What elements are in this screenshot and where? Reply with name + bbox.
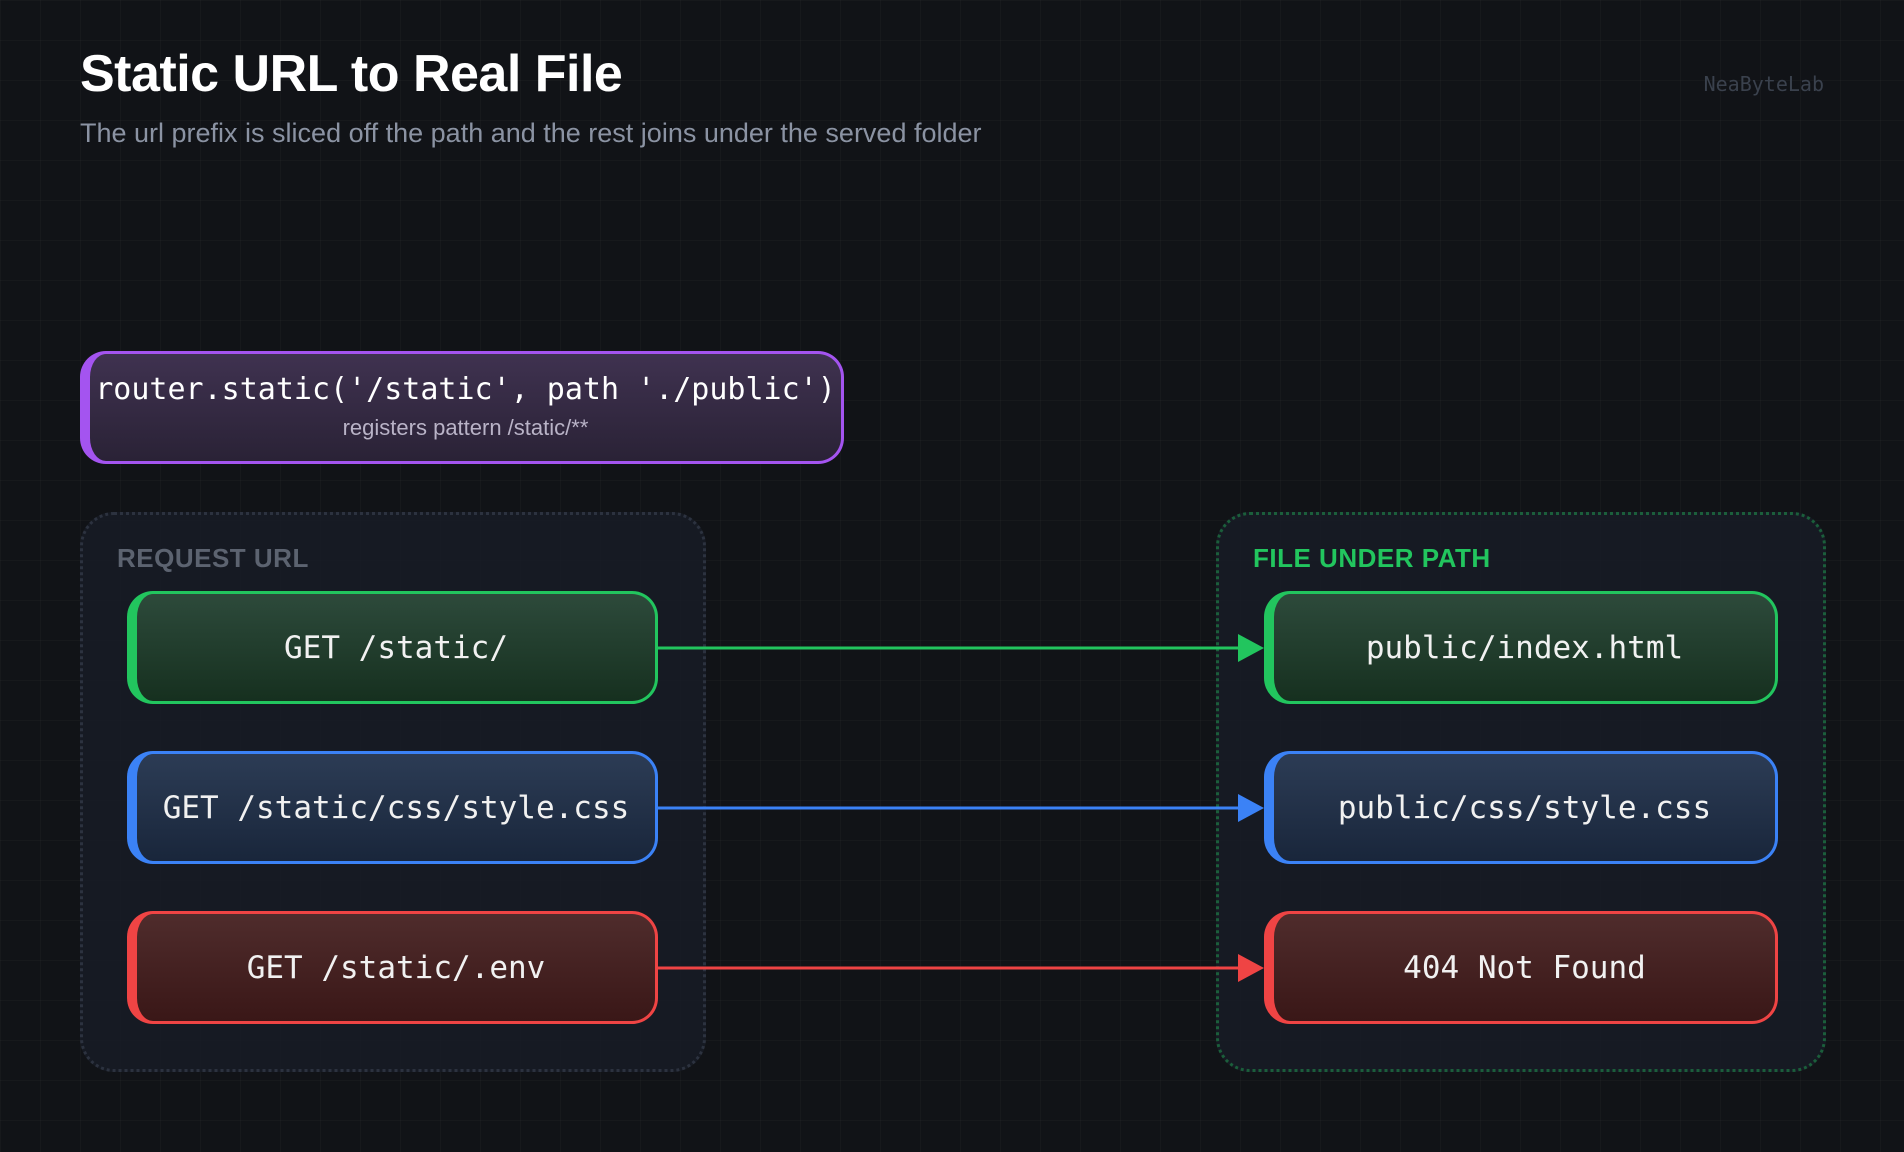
router-code: router.static('/static', path './public'… <box>95 372 836 407</box>
file-under-path-label: FILE UNDER PATH <box>1253 543 1491 573</box>
file-node-css: public/css/style.css <box>1264 751 1778 864</box>
file-node-index: public/index.html <box>1264 591 1778 704</box>
router-static-box: router.static('/static', path './public'… <box>80 351 844 464</box>
page-subtitle: The url prefix is sliced off the path an… <box>80 118 982 148</box>
request-node-css: GET /static/css/style.css <box>127 751 658 864</box>
request-url-label: REQUEST URL <box>117 543 309 573</box>
request-node-root: GET /static/ <box>127 591 658 704</box>
watermark: NeaByteLab <box>1703 72 1824 96</box>
file-node-not-found: 404 Not Found <box>1264 911 1778 1024</box>
router-note: registers pattern /static/** <box>342 415 589 440</box>
page-title: Static URL to Real File <box>80 45 623 103</box>
request-node-env: GET /static/.env <box>127 911 658 1024</box>
